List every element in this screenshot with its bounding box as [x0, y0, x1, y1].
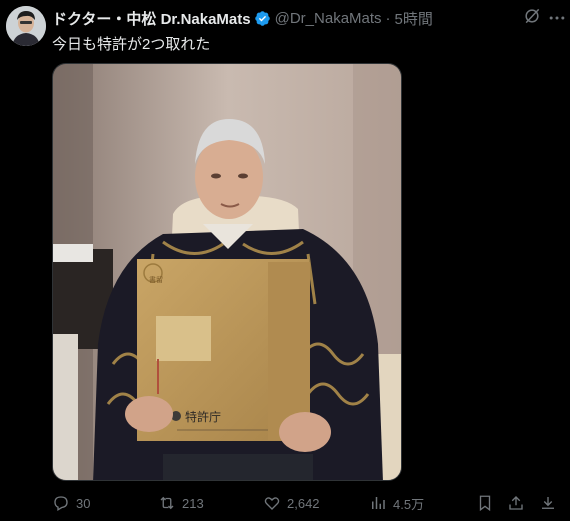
- views-count: 4.5万: [393, 496, 425, 512]
- like-button[interactable]: 2,642: [263, 490, 320, 516]
- photo-illustration: ERI 書留 特許庁: [53, 64, 401, 480]
- more-icon[interactable]: [547, 8, 567, 28]
- handle[interactable]: @Dr_NakaMats: [275, 10, 382, 27]
- repost-button[interactable]: 213: [158, 490, 204, 516]
- timestamp[interactable]: 5時間: [395, 8, 433, 29]
- views-button[interactable]: 4.5万: [369, 490, 424, 516]
- verified-badge-icon[interactable]: [254, 10, 271, 27]
- reply-button[interactable]: 30: [52, 490, 90, 516]
- like-count: 2,642: [287, 495, 320, 511]
- photo-folder-label: 特許庁: [185, 409, 221, 424]
- reply-count: 30: [76, 495, 91, 511]
- photo-stamp-text: 書留: [149, 275, 163, 284]
- grok-icon[interactable]: [522, 6, 542, 26]
- download-button[interactable]: [539, 490, 557, 516]
- repost-icon: [160, 496, 174, 510]
- views-icon: [372, 497, 385, 509]
- avatar-image: [6, 6, 46, 46]
- bookmark-button[interactable]: [476, 490, 494, 516]
- share-button[interactable]: [507, 490, 525, 516]
- bookmark-icon: [479, 495, 491, 512]
- tweet-photo[interactable]: ERI 書留 特許庁: [52, 63, 402, 481]
- share-icon: [509, 496, 523, 510]
- like-icon: [264, 497, 280, 510]
- tweet-action-bar: 30 213 2,642 4.5万: [52, 490, 562, 516]
- avatar[interactable]: [6, 6, 46, 46]
- repost-count: 213: [182, 495, 204, 511]
- tweet-text: 今日も特許が2つ取れた: [52, 36, 211, 53]
- tweet-header: ドクター・中松 Dr.NakaMats @Dr_NakaMats · 5時間: [52, 8, 433, 28]
- reply-icon: [54, 496, 68, 511]
- download-icon: [542, 497, 554, 509]
- separator-dot: ·: [385, 9, 391, 27]
- display-name[interactable]: ドクター・中松 Dr.NakaMats: [52, 8, 251, 29]
